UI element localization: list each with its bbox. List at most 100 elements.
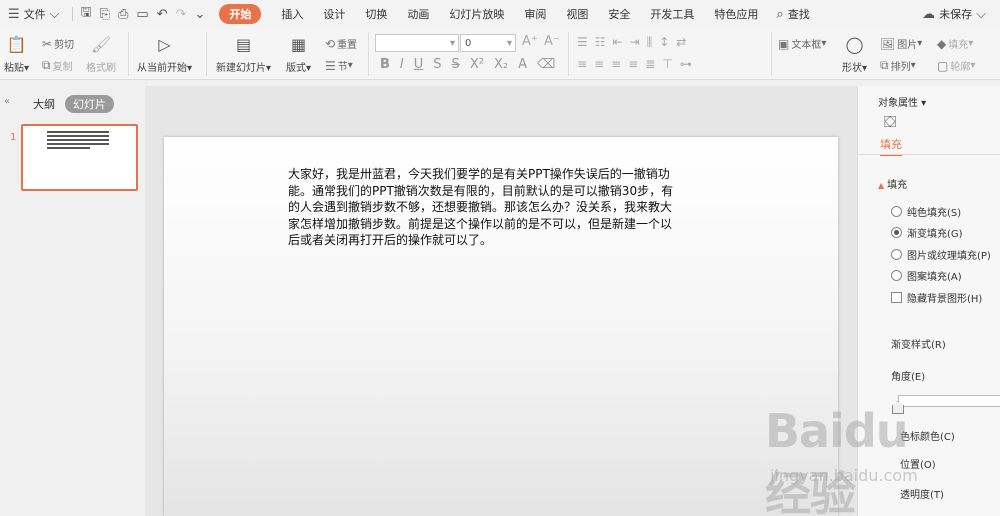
tab-view[interactable]: 视图	[556, 0, 598, 28]
collapse-icon[interactable]: «	[4, 96, 10, 107]
from-current-button[interactable]: ▷ 从当前开始▾	[137, 33, 192, 75]
superscript-icon[interactable]: X²	[470, 57, 484, 72]
cut-button[interactable]: ✂ 剪切	[42, 36, 75, 52]
divider	[368, 32, 369, 76]
tab-label: 插入	[281, 8, 304, 21]
bullets-icon[interactable]: ☰	[577, 35, 588, 50]
indent-increase-icon[interactable]: ⇥	[630, 35, 640, 50]
layout-label: 版式	[286, 63, 306, 74]
menu-bar: ☰ 文件 ⌵ 🖫 ⎘ ⎙ ▭ ↶ ↷ ⌄ 开始 插入 设计 切换 动画 幻灯片放…	[0, 0, 1000, 28]
fill-section-header[interactable]: ▲ 填充	[878, 176, 907, 191]
font-name-input[interactable]: ▾	[375, 34, 459, 52]
align-top-icon[interactable]: ⊤	[662, 57, 672, 71]
hide-background-checkbox[interactable]: 隐藏背景图形(H)	[891, 290, 982, 305]
ribbon: 📋 粘贴▾ ✂ 剪切 ⧉ 复制 🖌 格式刷 ▷ 从当前开始▾ ▤ 新建幻灯片▾ ▦ …	[0, 28, 1000, 80]
print-preview-icon[interactable]: ▭	[132, 7, 152, 22]
justify-icon[interactable]: ≡	[628, 57, 638, 71]
distribute-icon[interactable]: ≣	[645, 57, 655, 71]
tab-home[interactable]: 开始	[209, 0, 271, 28]
gradient-fill-radio[interactable]: 渐变填充(G)	[891, 225, 963, 240]
cut-label: 剪切	[54, 40, 75, 51]
align-right-icon[interactable]: ≡	[611, 57, 621, 71]
column-icon[interactable]: ⫼	[647, 35, 653, 50]
reset-button[interactable]: ⟲ 重置	[325, 36, 358, 52]
indent-decrease-icon[interactable]: ⇤	[613, 35, 623, 50]
arrange-button[interactable]: ⧉ 排列 ▾	[880, 58, 916, 73]
new-slide-button[interactable]: ▤ 新建幻灯片▾	[216, 33, 271, 75]
align-middle-icon[interactable]: ⊶	[680, 57, 692, 71]
file-menu[interactable]: ☰ 文件 ⌵	[0, 0, 68, 28]
save-icon[interactable]: 🖫	[77, 3, 96, 25]
tab-transitions[interactable]: 切换	[355, 0, 397, 28]
play-icon: ▷	[158, 34, 171, 54]
font-size-input[interactable]: 0 ▾	[460, 34, 516, 52]
tab-label: 开发工具	[650, 8, 695, 21]
tab-features[interactable]: 特色应用	[704, 0, 768, 28]
slide[interactable]: 大家好，我是卅蓝君，今天我们要学的是有关PPT操作失误后的一撤销功能。通常我们的…	[164, 137, 838, 516]
tab-slides[interactable]: 幻灯片	[65, 95, 114, 113]
underline-icon[interactable]: U	[414, 57, 424, 72]
picture-fill-radio[interactable]: 图片或纹理填充(P)	[891, 247, 991, 262]
tab-insert[interactable]: 插入	[271, 0, 313, 28]
textbox-button[interactable]: ▣ 文本框 ▾	[778, 36, 826, 52]
slide-thumbnail[interactable]	[21, 124, 138, 191]
tab-design[interactable]: 设计	[313, 0, 355, 28]
new-slide-label: 新建幻灯片	[216, 63, 266, 74]
redo-icon[interactable]: ↷	[172, 7, 191, 22]
tab-review[interactable]: 审阅	[514, 0, 556, 28]
option-label: 隐藏背景图形(H)	[907, 294, 983, 305]
tab-animations[interactable]: 动画	[397, 0, 439, 28]
align-left-icon[interactable]: ≡	[577, 57, 587, 71]
clear-format-icon[interactable]: ⌫	[537, 57, 555, 72]
slide-textbox[interactable]: 大家好，我是卅蓝君，今天我们要学的是有关PPT操作失误后的一撤销功能。通常我们的…	[288, 166, 682, 249]
fill-section-label: 填充	[887, 180, 908, 191]
tab-label: 切换	[365, 8, 388, 21]
paste-button[interactable]: 📋 粘贴▾	[4, 33, 29, 75]
chevron-down-icon: ⌵	[49, 6, 60, 22]
font-color-icon[interactable]: A	[518, 57, 527, 72]
customize-icon[interactable]: ⌄	[191, 7, 210, 22]
search-button[interactable]: ⌕ 查找	[768, 0, 813, 28]
strikethrough-icon[interactable]: S	[452, 57, 460, 72]
reset-icon: ⟲	[325, 36, 336, 51]
direction-icon[interactable]: ⇄	[676, 35, 686, 50]
bold-icon[interactable]: B	[380, 57, 390, 72]
section-button[interactable]: ☰ 节 ▾	[325, 58, 353, 74]
picture-button[interactable]: 🖼 图片 ▾	[880, 36, 922, 52]
font-format-row: B I U S S X² X₂ A ⌫	[380, 57, 555, 72]
gradient-slider[interactable]	[898, 395, 1000, 407]
layout-button[interactable]: ▦ 版式▾	[286, 33, 311, 75]
print-icon[interactable]: ⎙	[114, 7, 132, 22]
solid-fill-radio[interactable]: 纯色填充(S)	[891, 204, 961, 219]
fill-button[interactable]: ◆ 填充 ▾	[937, 36, 973, 52]
subscript-icon[interactable]: X₂	[494, 57, 508, 72]
outline-button[interactable]: ▢ 轮廓 ▾	[937, 58, 975, 74]
tab-outline[interactable]: 大纲	[33, 96, 55, 112]
shrink-font-button[interactable]: A⁻	[544, 34, 560, 49]
tab-developer[interactable]: 开发工具	[640, 0, 704, 28]
outline-label: 轮廓	[950, 62, 971, 73]
tab-fill[interactable]: 填充	[880, 136, 902, 156]
shape-button[interactable]: ◯ 形状▾	[842, 33, 867, 75]
format-painter-button[interactable]: 🖌 格式刷	[86, 33, 116, 75]
line-spacing-icon[interactable]: ↕	[659, 35, 669, 50]
tab-slideshow[interactable]: 幻灯片放映	[439, 0, 514, 28]
italic-icon[interactable]: I	[400, 57, 404, 72]
export-icon[interactable]: ⎘	[96, 7, 114, 22]
grow-font-button[interactable]: A⁺	[522, 34, 538, 49]
undo-icon[interactable]: ↶	[153, 7, 172, 22]
shadow-icon[interactable]: S	[433, 57, 441, 72]
align-center-icon[interactable]: ≡	[594, 57, 604, 71]
tab-label: 视图	[566, 8, 589, 21]
thumbnail-text	[47, 131, 109, 151]
tab-security[interactable]: 安全	[598, 0, 640, 28]
fill-bucket-icon[interactable]: ⛋	[884, 112, 896, 132]
pane-title[interactable]: 对象属性 ▾	[878, 94, 926, 109]
clipboard-icon: 📋	[6, 34, 27, 54]
reset-label: 重置	[337, 40, 358, 51]
numbering-icon[interactable]: ☷	[595, 35, 606, 50]
pattern-fill-radio[interactable]: 图案填充(A)	[891, 268, 962, 283]
cloud-status[interactable]: ☁ 未保存 ⌵	[914, 0, 994, 28]
pane-title-label: 对象属性	[878, 98, 918, 109]
copy-button[interactable]: ⧉ 复制	[42, 58, 73, 73]
